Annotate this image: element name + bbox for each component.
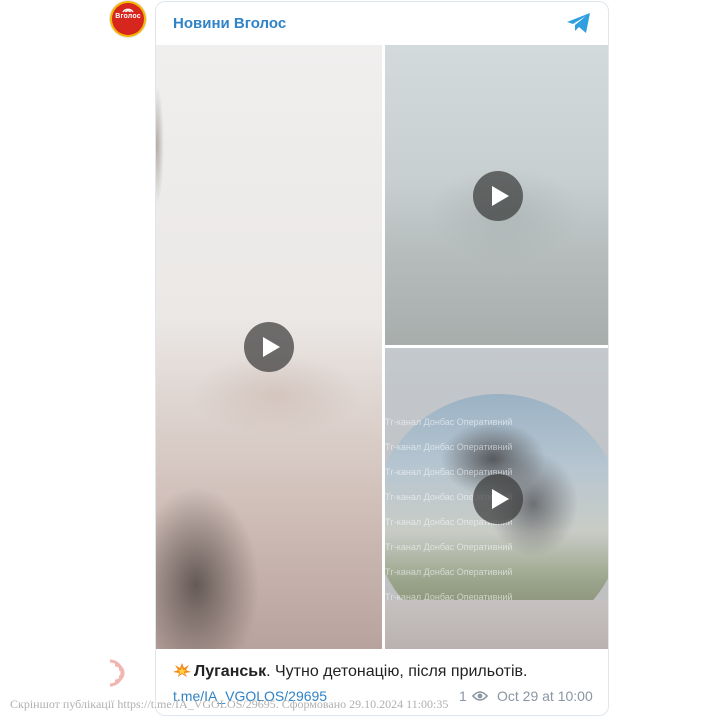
video-thumbnail-3[interactable]: Тг-канал Донбас Оперативний Тг-канал Дон… (385, 348, 608, 649)
post-date[interactable]: Oct 29 at 10:00 (497, 688, 593, 704)
broadcast-icon (122, 8, 134, 13)
video-thumbnail-2[interactable] (385, 45, 608, 345)
screenshot-footer: Скріншот публікації https://t.me/IA_VGOL… (10, 697, 449, 711)
avatar-brand-text: Вголос (115, 13, 141, 20)
channel-avatar[interactable]: Вголос (110, 1, 146, 37)
watermark-text: Тг-канал Донбас Оперативний (385, 592, 513, 600)
watermark-text: Тг-канал Донбас Оперативний (385, 542, 513, 552)
video-bottom-area (385, 600, 608, 649)
play-icon[interactable] (473, 171, 523, 221)
telegram-icon[interactable] (566, 12, 592, 34)
watermark-text: Тг-канал Донбас Оперативний (385, 567, 513, 577)
post-caption: Луганськ. Чутно детонацію, після прильот… (173, 662, 527, 681)
post-card: Новини Вголос Тг-канал Донбас Оперативни… (155, 1, 609, 716)
view-count: 1 (459, 688, 467, 704)
play-icon[interactable] (244, 322, 294, 372)
channel-name-link[interactable]: Новини Вголос (173, 15, 286, 32)
watermark-text: Тг-канал Донбас Оперативний (385, 442, 513, 452)
video-thumbnail-1[interactable] (156, 45, 382, 649)
watermark-text: Тг-канал Донбас Оперативний (385, 417, 513, 427)
vgolos-logo-icon (109, 659, 125, 687)
play-icon[interactable] (473, 474, 523, 524)
explosion-emoji-icon (173, 663, 191, 677)
caption-city: Луганськ (194, 663, 267, 680)
eye-icon (472, 691, 488, 701)
media-grid: Тг-канал Донбас Оперативний Тг-канал Дон… (156, 45, 608, 649)
post-header: Новини Вголос (156, 2, 608, 45)
caption-text: . Чутно детонацію, після прильотів. (266, 663, 528, 680)
